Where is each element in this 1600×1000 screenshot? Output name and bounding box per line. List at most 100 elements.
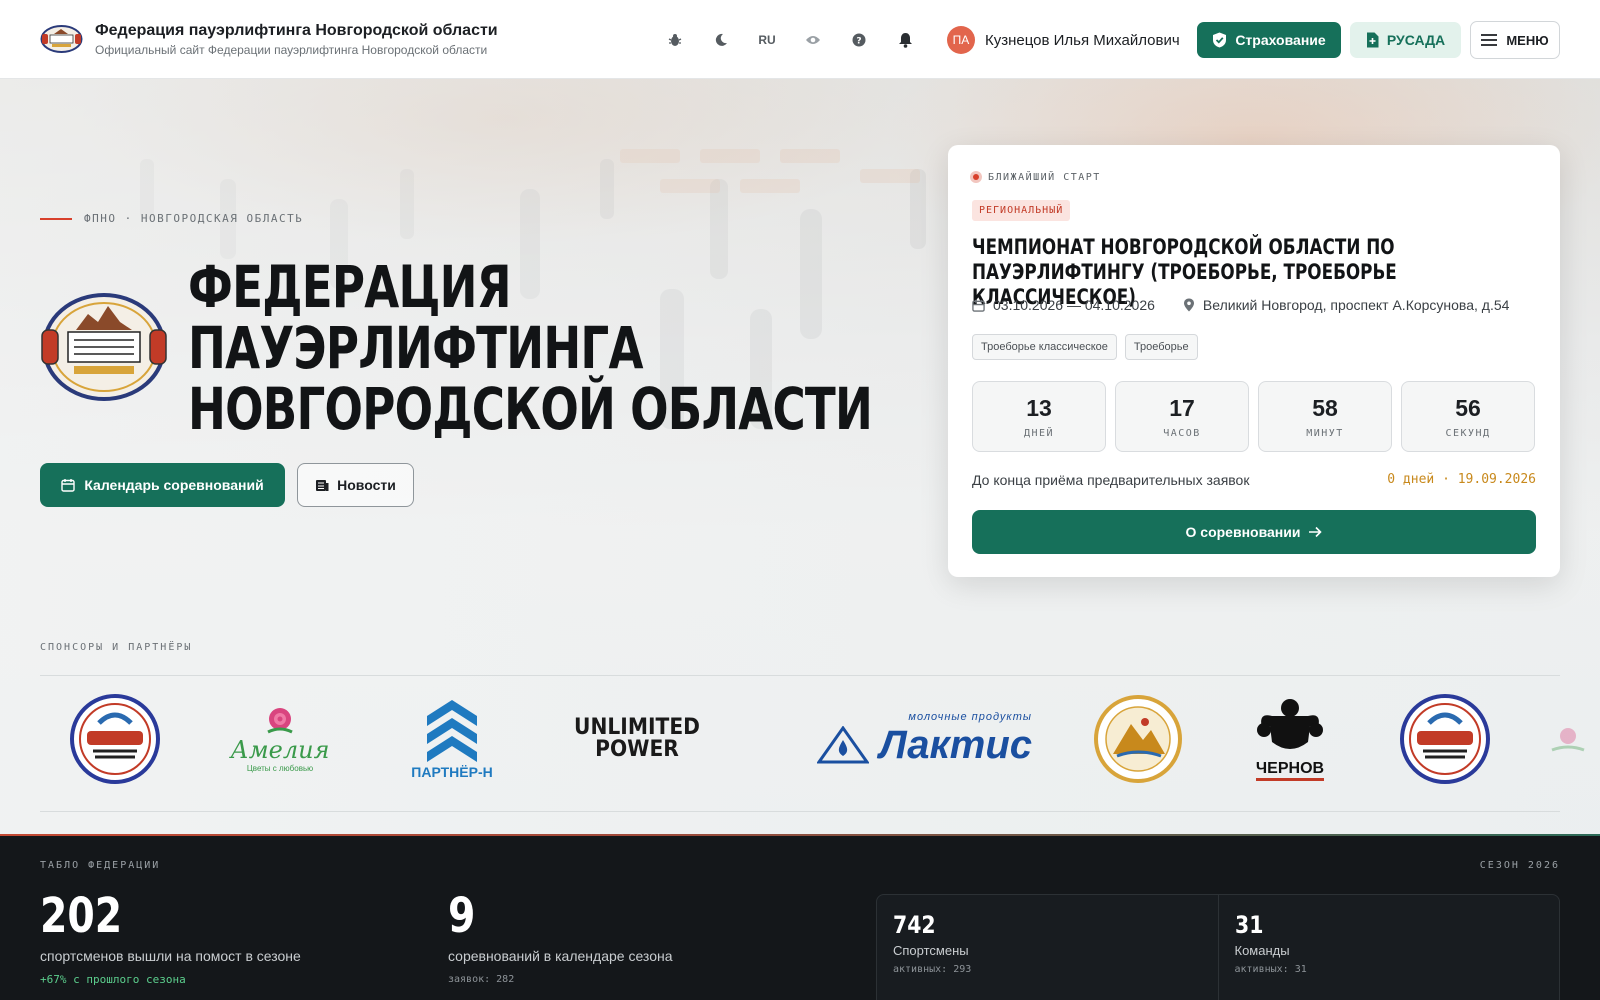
- help-icon: ?: [852, 33, 866, 46]
- news-button[interactable]: Новости: [297, 463, 414, 507]
- menu-label: МЕНЮ: [1506, 32, 1549, 48]
- bug-report-button[interactable]: [652, 22, 698, 58]
- site-header: Федерация пауэрлифтинга Новгородской обл…: [0, 0, 1600, 79]
- moon-icon: [715, 33, 727, 46]
- application-deadline: До конца приёма предварительных заявок 0…: [972, 472, 1536, 488]
- hero-title-line-3: НОВГОРОДСКОЙ ОБЛАСТИ: [188, 375, 873, 443]
- sponsor-sshor1-logo-repeat[interactable]: [1398, 684, 1492, 794]
- stat-value: 202: [40, 888, 123, 944]
- board-season: СЕЗОН 2026: [1479, 860, 1560, 871]
- brand[interactable]: Федерация пауэрлифтинга Новгородской обл…: [40, 22, 498, 57]
- calendar-icon: [61, 479, 76, 492]
- mini-stat-name: Спортсмены: [893, 943, 969, 958]
- rusada-button[interactable]: РУСАДА: [1350, 22, 1461, 58]
- live-dot-icon: [970, 171, 982, 183]
- rose-icon: [267, 707, 293, 733]
- drop-triangle-icon: [817, 726, 870, 764]
- sponsor-chernov-logo[interactable]: ЧЕРНОВ: [1240, 684, 1340, 794]
- sponsor-unlimited-power-logo[interactable]: UNLIMITED POWER: [552, 684, 722, 794]
- calendar-button[interactable]: Календарь соревнований: [40, 463, 285, 507]
- sponsor-csp-logo[interactable]: [1092, 684, 1184, 794]
- event-tag: Троеборье: [1124, 334, 1198, 360]
- arrow-right-icon: [1309, 526, 1323, 538]
- countdown-hours: 17 ЧАСОВ: [1115, 381, 1249, 452]
- avatar: ПА: [947, 26, 975, 54]
- header-toolbar: RU ?: [652, 0, 928, 79]
- event-location: Великий Новгород, проспект А.Корсунова, …: [1202, 297, 1510, 313]
- mini-stat-athletes[interactable]: 742 Спортсмены активных: 293: [877, 895, 1219, 1000]
- language-switch[interactable]: RU: [744, 22, 790, 58]
- event-meta: 03.10.2026 — 04.10.2026 Великий Новгород…: [972, 297, 1509, 313]
- bell-icon: [898, 32, 912, 48]
- event-tags: Троеборье классическое Троеборье: [972, 334, 1198, 360]
- sponsor-laktis-logo[interactable]: молочные продукты Лактис: [778, 684, 1032, 794]
- amelia-tagline: Цветы с любовью: [246, 763, 314, 773]
- sponsor-amelia-logo[interactable]: Амелия Цветы с любовью: [218, 684, 342, 794]
- insurance-button[interactable]: Страхование: [1197, 22, 1341, 58]
- mini-stat-sub: активных: 31: [1234, 964, 1307, 975]
- sponsor-partner-n-logo[interactable]: ПАРТНЁР-Н: [402, 684, 502, 794]
- stat-competitions: 9 соревнований в календаре сезона заявок…: [448, 890, 673, 985]
- stat-value: 9: [448, 888, 476, 944]
- shield-check-icon: [1213, 32, 1227, 48]
- site-subtitle: Официальный сайт Федерации пауэрлифтинга…: [95, 42, 488, 57]
- hero-title: ФЕДЕРАЦИЯ ПАУЭРЛИФТИНГА НОВГОРОДСКОЙ ОБЛ…: [188, 257, 873, 443]
- countdown-label: МИНУТ: [1306, 427, 1344, 439]
- stat-description: соревнований в календаре сезона: [448, 948, 673, 964]
- mini-stat-teams[interactable]: 31 Команды активных: 31: [1219, 895, 1560, 1000]
- sponsor-sshor1-logo[interactable]: [68, 684, 162, 794]
- federation-board: ТАБЛО ФЕДЕРАЦИИ СЕЗОН 2026 202 спортсмен…: [0, 836, 1600, 1000]
- event-kicker-text: БЛИЖАЙШИЙ СТАРТ: [988, 171, 1101, 183]
- svg-text:?: ?: [856, 36, 861, 46]
- accessibility-button[interactable]: [790, 22, 836, 58]
- eye-icon: [806, 35, 820, 44]
- hero-section: ФПНО · НОВГОРОДСКАЯ ОБЛАСТЬ ФЕДЕРАЦИЯ ПА…: [0, 79, 1600, 836]
- site-title: Федерация пауэрлифтинга Новгородской обл…: [95, 21, 498, 39]
- calendar-icon: [972, 299, 985, 312]
- stat-athletes: 202 спортсменов вышли на помост в сезоне…: [40, 890, 301, 986]
- user-profile[interactable]: ПА Кузнецов Илья Михайлович: [947, 26, 1180, 54]
- countdown-days: 13 ДНЕЙ: [972, 381, 1106, 452]
- sponsors-label: СПОНСОРЫ И ПАРТНЁРЫ: [40, 642, 193, 653]
- theme-toggle-button[interactable]: [698, 22, 744, 58]
- stat-subtext: заявок: 282: [448, 974, 515, 985]
- document-icon: [1366, 32, 1379, 48]
- hamburger-icon: [1481, 34, 1498, 46]
- notifications-button[interactable]: [882, 22, 928, 58]
- mini-stat-name: Команды: [1234, 943, 1290, 958]
- insurance-label: Страхование: [1235, 32, 1326, 48]
- countdown-value: 13: [1026, 394, 1052, 421]
- countdown-label: ДНЕЙ: [1023, 427, 1055, 439]
- hero-title-line-2: ПАУЭРЛИФТИНГА: [188, 314, 643, 382]
- mini-stat-value: 742: [893, 911, 936, 939]
- about-button-label: О соревновании: [1185, 524, 1301, 540]
- laktis-tagline: молочные продукты: [908, 710, 1032, 723]
- help-button[interactable]: ?: [836, 22, 882, 58]
- partner-n-name: ПАРТНЁР-Н: [411, 764, 493, 780]
- deadline-value: 0 дней · 19.09.2026: [1387, 472, 1536, 487]
- event-tag: Троеборье классическое: [972, 334, 1117, 360]
- about-competition-button[interactable]: О соревновании: [972, 510, 1536, 554]
- mini-stat-value: 31: [1234, 911, 1263, 939]
- mini-stats: 742 Спортсмены активных: 293 31 Команды …: [876, 894, 1560, 1000]
- countdown-minutes: 58 МИНУТ: [1258, 381, 1392, 452]
- chevron-stack-icon: [427, 700, 477, 762]
- federation-emblem-icon: [41, 293, 167, 401]
- sponsors-divider: [40, 675, 1560, 676]
- nearest-event-card: БЛИЖАЙШИЙ СТАРТ РЕГИОНАЛЬНЫЙ ЧЕМПИОНАТ Н…: [948, 145, 1560, 577]
- unlimited-power-name: UNLIMITED POWER: [574, 715, 700, 762]
- rose-icon: [1551, 728, 1585, 752]
- countdown-label: ЧАСОВ: [1163, 427, 1201, 439]
- eyebrow-text: ФПНО · НОВГОРОДСКАЯ ОБЛАСТЬ: [84, 212, 304, 225]
- eyebrow-accent-line: [40, 217, 72, 220]
- bug-icon: [668, 33, 682, 46]
- sponsor-amelia-logo-partial[interactable]: [1548, 684, 1588, 794]
- countdown-seconds: 56 СЕКУНД: [1401, 381, 1535, 452]
- bodybuilder-icon: [1257, 698, 1323, 749]
- hero-eyebrow: ФПНО · НОВГОРОДСКАЯ ОБЛАСТЬ: [40, 212, 303, 225]
- board-label: ТАБЛО ФЕДЕРАЦИИ: [40, 860, 161, 871]
- menu-button[interactable]: МЕНЮ: [1470, 21, 1560, 59]
- stat-trend: +67% с прошлого сезона: [40, 973, 186, 986]
- event-level-badge: РЕГИОНАЛЬНЫЙ: [972, 200, 1071, 221]
- calendar-button-label: Календарь соревнований: [84, 477, 264, 493]
